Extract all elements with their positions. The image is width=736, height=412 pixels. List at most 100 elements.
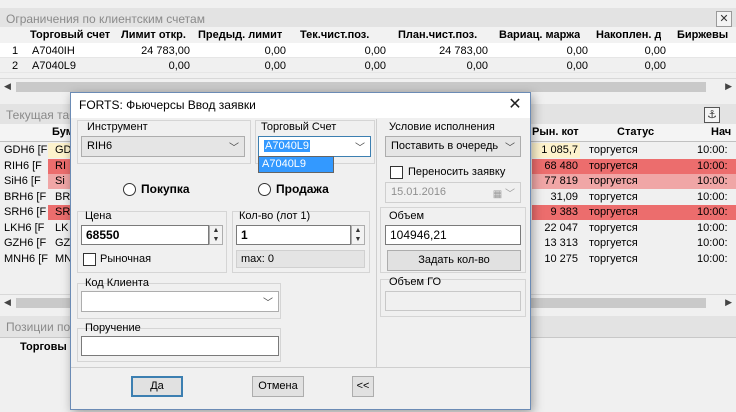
condition-select[interactable]: Поставить в очередь ﹀	[385, 136, 521, 157]
cell-market-price: 10 275	[544, 252, 578, 265]
cell-code-short: BR	[55, 190, 71, 203]
cell-code: SiH6 [F	[4, 175, 41, 187]
qty-input[interactable]: 1	[236, 225, 351, 245]
chevron-down-icon: ﹀	[355, 143, 365, 154]
cell-code: SRH6 [F	[4, 206, 47, 218]
cell-status: торгуется	[589, 221, 638, 234]
cell-code-short: SR	[55, 206, 71, 218]
transfer-date-picker[interactable]: 15.01.2016 ▦ ﹀	[385, 182, 521, 203]
cell-code-short: Si	[55, 175, 65, 187]
account-select[interactable]: A7040L9 ﹀	[258, 136, 371, 157]
assignment-input[interactable]	[81, 336, 279, 356]
cell-plan-net: 0,00	[466, 60, 488, 72]
scroll-right-icon[interactable]: ▶	[725, 297, 732, 308]
col-header[interactable]: Торговый счет	[30, 29, 110, 41]
col-header[interactable]: Предыд. лимит	[198, 29, 282, 41]
go-volume-input[interactable]	[385, 291, 521, 311]
cell-market-price: 68 480	[544, 159, 578, 172]
sell-radio[interactable]	[258, 183, 271, 196]
row-number: 2	[12, 60, 19, 72]
col-header[interactable]: Тек.чист.поз.	[300, 29, 369, 41]
divider	[71, 367, 530, 368]
volume-input[interactable]: 104946,21	[385, 225, 521, 245]
qty-spinner[interactable]: ▲ ▼	[351, 225, 365, 245]
account-value: A7040L9	[264, 140, 311, 152]
client-code-select[interactable]: ﹀	[81, 291, 279, 312]
accounts-panel-title: Ограничения по клиентским счетам	[6, 12, 205, 26]
price-spinner[interactable]: ▲ ▼	[209, 225, 223, 245]
cell-code-short: GZ	[55, 237, 71, 249]
chevron-down-icon: ﹀	[229, 143, 239, 154]
price-label: Цена	[85, 210, 112, 222]
dropdown-item[interactable]: A7040L9	[259, 157, 333, 172]
buy-label: Покупка	[141, 182, 190, 196]
col-header[interactable]: Статус	[617, 126, 654, 138]
cell-start-time: 10:00:	[697, 252, 728, 265]
order-entry-dialog: FORTS: Фьючерсы Ввод заявки ✕ Инструмент…	[70, 92, 531, 410]
transfer-date: 15.01.2016	[391, 186, 447, 198]
col-header[interactable]: Биржевы	[677, 29, 728, 41]
cell-status: торгуется	[589, 175, 638, 187]
instrument-select[interactable]: RIH6 ﹀	[81, 136, 245, 157]
chevron-down-icon: ﹀	[505, 143, 515, 154]
col-header[interactable]: Нач	[711, 126, 731, 138]
cell-code: GDH6 [F	[4, 144, 48, 156]
condition-label: Условие исполнения	[389, 121, 495, 133]
scrollbar-thumb[interactable]	[16, 82, 706, 92]
set-qty-button[interactable]: Задать кол-во	[387, 250, 521, 271]
cell-status: торгуется	[589, 252, 638, 265]
cell-plan-net: 24 783,00	[439, 45, 488, 57]
cell-cur-net: 0,00	[364, 45, 386, 57]
calendar-icon: ▦ ﹀	[492, 189, 515, 200]
col-header[interactable]: Накоплен. д	[596, 29, 661, 41]
scroll-left-icon[interactable]: ◀	[4, 297, 11, 308]
cell-market-price: 9 383	[550, 206, 578, 218]
market-checkbox[interactable]	[83, 253, 96, 266]
ok-button[interactable]: Да	[131, 376, 183, 397]
cell-prev-limit: 0,00	[264, 60, 286, 72]
col-header[interactable]: Рын. кот	[532, 126, 579, 138]
table-row[interactable]: 1 A7040IH 24 783,00 0,00 0,00 24 783,00 …	[0, 43, 736, 58]
go-volume-label: Объем ГО	[389, 276, 441, 288]
dialog-title-bar: FORTS: Фьючерсы Ввод заявки ✕	[71, 93, 530, 118]
cell-accum: 0,00	[644, 45, 666, 57]
price-input[interactable]: 68550	[81, 225, 209, 245]
collapse-button[interactable]: <<	[352, 376, 374, 397]
cell-cur-net: 0,00	[364, 60, 386, 72]
sell-label: Продажа	[276, 182, 329, 196]
scroll-right-icon[interactable]: ▶	[725, 81, 732, 92]
account-dropdown[interactable]: A7040L9	[258, 156, 334, 173]
cell-limit: 0,00	[168, 60, 190, 72]
divider	[376, 119, 377, 367]
qty-label: Кол-во (лот 1)	[239, 210, 311, 222]
cell-limit: 24 783,00	[141, 45, 190, 57]
cell-market-price: 22 047	[544, 221, 578, 234]
positions-col-header[interactable]: Торговы	[20, 341, 67, 353]
cancel-button[interactable]: Отмена	[252, 376, 304, 397]
cell-market-price: 77 819	[544, 175, 578, 187]
cell-code-short: LK	[55, 221, 69, 234]
cell-market-price: 13 313	[544, 237, 578, 249]
volume-label: Объем	[389, 210, 425, 222]
table-row[interactable]: 2 A7040L9 0,00 0,00 0,00 0,00 0,00 0,00	[0, 58, 736, 73]
close-icon[interactable]: ✕	[716, 11, 732, 27]
cell-start-time: 10:00:	[697, 190, 728, 203]
max-qty-box: max: 0	[236, 250, 365, 268]
col-header[interactable]: Вариац. маржа	[499, 29, 580, 41]
buy-radio[interactable]	[123, 183, 136, 196]
cell-market-price: 31,09	[550, 190, 578, 203]
cell-start-time: 10:00:	[697, 221, 728, 234]
cell-start-time: 10:00:	[697, 237, 728, 249]
scroll-left-icon[interactable]: ◀	[4, 81, 11, 92]
col-header[interactable]: Лимит откр.	[121, 29, 186, 41]
cell-code: LKH6 [F	[4, 221, 45, 234]
close-icon[interactable]: ✕	[506, 96, 524, 114]
cell-start-time: 10:00:	[697, 144, 728, 156]
cell-start-time: 10:00:	[697, 159, 728, 172]
cell-start-time: 10:00:	[697, 175, 728, 187]
cell-code-short: RI	[55, 159, 66, 172]
cell-status: торгуется	[589, 159, 638, 172]
col-header[interactable]: План.чист.поз.	[398, 29, 477, 41]
anchor-icon[interactable]: ⚓	[704, 107, 720, 123]
transfer-checkbox[interactable]	[390, 166, 403, 179]
